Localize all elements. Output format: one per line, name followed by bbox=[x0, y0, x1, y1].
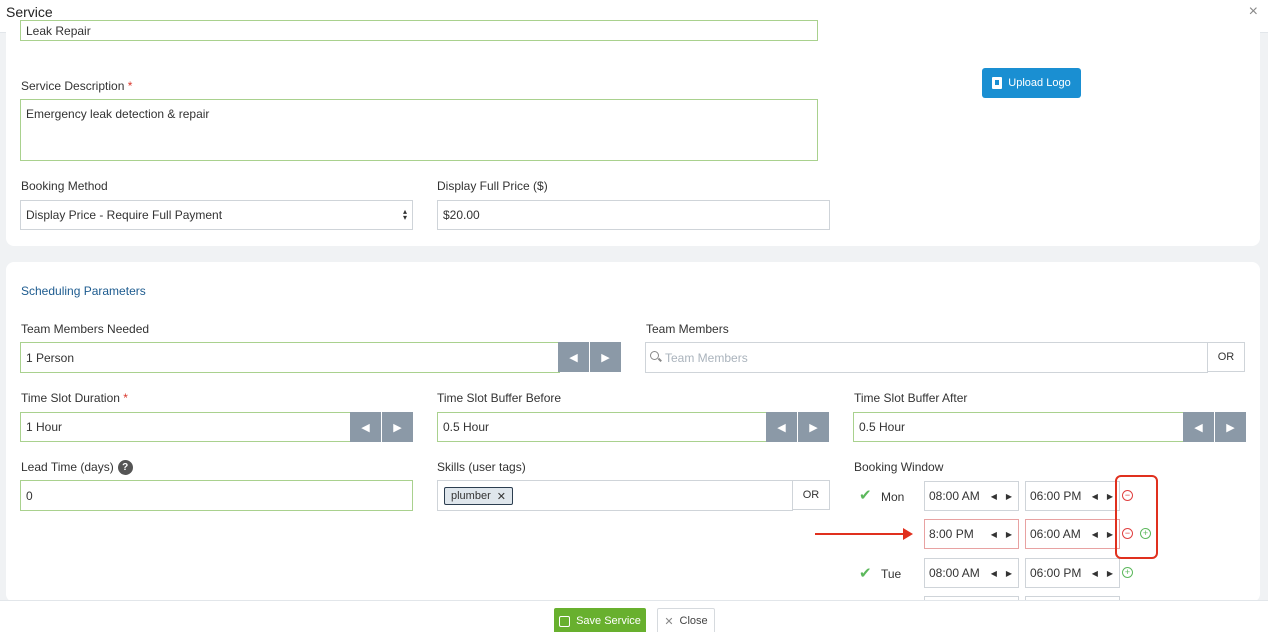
booking-day-mon: Mon bbox=[881, 490, 905, 504]
booking-end-time[interactable]: 06:00 AM ◀ ▶ bbox=[1025, 519, 1120, 549]
buffer-after-stepper: ◀ ▶ bbox=[1183, 412, 1246, 442]
booking-day-tue: Tue bbox=[881, 567, 902, 581]
service-name-field[interactable]: Leak Repair bbox=[20, 20, 818, 41]
search-icon bbox=[650, 351, 659, 360]
annotation-arrow-head bbox=[903, 528, 913, 540]
lead-time-label: Lead Time (days)? bbox=[21, 460, 133, 476]
select-chevron-icon: ▴ ▾ bbox=[402, 207, 407, 222]
annotation-highlight-box bbox=[1115, 475, 1158, 559]
increment-arrow-icon[interactable]: ▶ bbox=[798, 412, 829, 442]
service-description-field[interactable]: Emergency leak detection & repair bbox=[20, 99, 818, 161]
close-icon[interactable]: × bbox=[1249, 3, 1258, 21]
booking-method-select[interactable]: Display Price - Require Full Payment ▴ ▾ bbox=[20, 200, 413, 230]
buffer-before-stepper: ◀ ▶ bbox=[766, 412, 829, 442]
team-members-search-input[interactable]: Team Members bbox=[645, 342, 1208, 373]
skill-tag-label: plumber bbox=[451, 490, 491, 502]
start-time-value: 08:00 AM bbox=[929, 489, 980, 503]
scheduling-card: Scheduling Parameters Team Members Neede… bbox=[6, 262, 1260, 602]
save-service-button[interactable]: Save Service bbox=[554, 608, 646, 632]
buffer-before-label: Time Slot Buffer Before bbox=[437, 391, 562, 405]
time-arrows-icon[interactable]: ◀ ▶ bbox=[1092, 482, 1113, 510]
increment-arrow-icon[interactable]: ▶ bbox=[1215, 412, 1246, 442]
decrement-arrow-icon[interactable]: ◀ bbox=[1183, 412, 1214, 442]
start-time-value: 8:00 PM bbox=[929, 527, 974, 541]
booking-window-label: Booking Window bbox=[854, 460, 944, 474]
remove-tag-icon[interactable]: ✕ bbox=[497, 490, 506, 503]
upload-file-icon bbox=[992, 77, 1003, 89]
lead-time-field[interactable]: 0 bbox=[20, 480, 413, 511]
close-button[interactable]: ✕ Close bbox=[657, 608, 715, 632]
save-icon bbox=[559, 615, 571, 627]
increment-arrow-icon[interactable]: ▶ bbox=[590, 342, 621, 372]
skills-label: Skills (user tags) bbox=[437, 460, 526, 474]
time-arrows-icon[interactable]: ◀ ▶ bbox=[991, 520, 1012, 548]
time-arrows-icon[interactable]: ◀ ▶ bbox=[1092, 520, 1113, 548]
booking-method-value: Display Price - Require Full Payment bbox=[26, 208, 223, 222]
service-description-label: Service Description * bbox=[21, 79, 133, 93]
skills-or-button[interactable]: OR bbox=[792, 480, 830, 510]
checkmark-icon[interactable]: ✔ bbox=[859, 564, 872, 582]
price-field[interactable]: $20.00 bbox=[437, 200, 830, 230]
close-label: Close bbox=[679, 615, 708, 627]
decrement-arrow-icon[interactable]: ◀ bbox=[350, 412, 381, 442]
time-arrows-icon[interactable]: ◀ ▶ bbox=[991, 559, 1012, 587]
team-members-label: Team Members bbox=[646, 322, 729, 336]
annotation-arrow bbox=[815, 533, 905, 535]
booking-start-time[interactable]: 08:00 AM ◀ ▶ bbox=[924, 558, 1019, 588]
help-icon[interactable]: ? bbox=[117, 460, 133, 476]
buffer-before-field[interactable]: 0.5 Hour bbox=[437, 412, 768, 442]
team-members-or-button[interactable]: OR bbox=[1207, 342, 1245, 372]
booking-method-label: Booking Method bbox=[21, 179, 108, 193]
team-members-placeholder: Team Members bbox=[665, 350, 748, 365]
upload-logo-button[interactable]: Upload Logo bbox=[982, 68, 1081, 98]
skill-tag: plumber ✕ bbox=[444, 487, 513, 505]
end-time-value: 06:00 AM bbox=[1030, 527, 1081, 541]
skills-tag-input[interactable]: plumber ✕ bbox=[437, 480, 793, 511]
increment-arrow-icon[interactable]: ▶ bbox=[382, 412, 413, 442]
decrement-arrow-icon[interactable]: ◀ bbox=[766, 412, 797, 442]
slot-duration-label: Time Slot Duration * bbox=[21, 391, 128, 405]
add-timeslot-icon[interactable]: + bbox=[1122, 567, 1133, 578]
end-time-value: 06:00 PM bbox=[1030, 489, 1082, 503]
time-arrows-icon[interactable]: ◀ ▶ bbox=[991, 482, 1012, 510]
booking-start-time[interactable]: 08:00 AM ◀ ▶ bbox=[924, 481, 1019, 511]
team-needed-label: Team Members Needed bbox=[21, 322, 150, 336]
price-label: Display Full Price ($) bbox=[437, 179, 548, 193]
booking-end-time[interactable]: 06:00 PM ◀ ▶ bbox=[1025, 481, 1120, 511]
close-icon: ✕ bbox=[664, 615, 674, 628]
buffer-after-field[interactable]: 0.5 Hour bbox=[853, 412, 1184, 442]
time-arrows-icon[interactable]: ◀ ▶ bbox=[1092, 559, 1113, 587]
end-time-value: 06:00 PM bbox=[1030, 566, 1082, 580]
buffer-after-label: Time Slot Buffer After bbox=[854, 391, 968, 405]
service-details-card: Leak Repair Service Description * Emerge… bbox=[6, 20, 1260, 246]
slot-duration-stepper: ◀ ▶ bbox=[350, 412, 413, 442]
modal-title: Service bbox=[6, 4, 53, 20]
save-service-label: Save Service bbox=[576, 615, 641, 627]
decrement-arrow-icon[interactable]: ◀ bbox=[558, 342, 589, 372]
modal-footer: Save Service ✕ Close bbox=[0, 600, 1268, 632]
team-needed-field[interactable]: 1 Person bbox=[20, 342, 560, 373]
booking-start-time[interactable]: 8:00 PM ◀ ▶ bbox=[924, 519, 1019, 549]
scheduling-section-title: Scheduling Parameters bbox=[21, 284, 146, 298]
slot-duration-field[interactable]: 1 Hour bbox=[20, 412, 351, 442]
upload-logo-label: Upload Logo bbox=[1008, 77, 1071, 89]
checkmark-icon[interactable]: ✔ bbox=[859, 486, 872, 504]
start-time-value: 08:00 AM bbox=[929, 566, 980, 580]
team-needed-stepper: ◀ ▶ bbox=[558, 342, 621, 372]
booking-end-time[interactable]: 06:00 PM ◀ ▶ bbox=[1025, 558, 1120, 588]
